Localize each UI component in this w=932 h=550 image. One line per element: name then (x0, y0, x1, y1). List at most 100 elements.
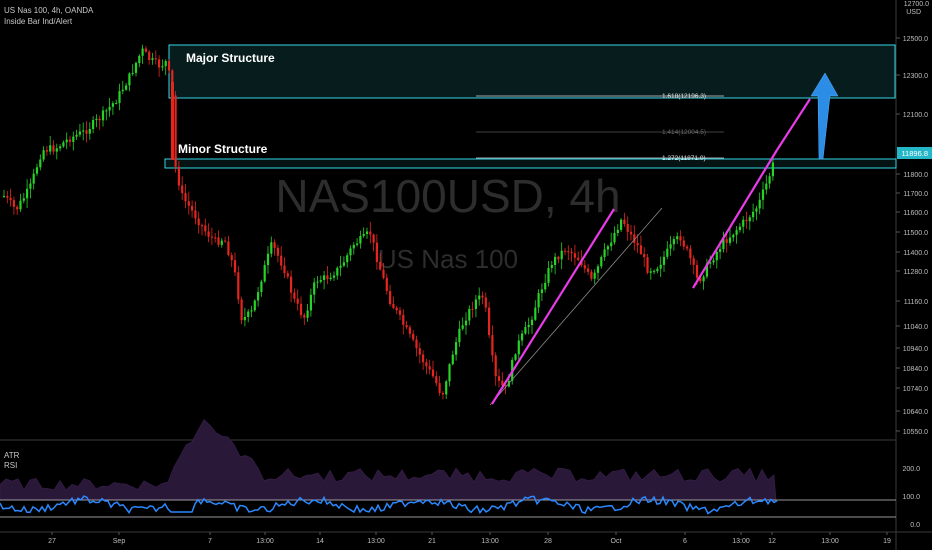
candle-body (758, 199, 761, 209)
candle-body (72, 136, 75, 142)
candle-body (408, 327, 411, 334)
price-tick-label: 10840.0 (903, 366, 928, 373)
candle-body (138, 55, 141, 63)
candle-body (375, 242, 378, 262)
candle-body (78, 131, 81, 135)
candle-body (441, 393, 444, 395)
candle-body (95, 118, 98, 121)
candle-body (461, 325, 464, 329)
candle-body (488, 307, 491, 336)
candle-body (286, 273, 289, 277)
candle-body (425, 362, 428, 367)
candle-body (313, 282, 316, 295)
rsi-tick-label: 0.0 (910, 522, 920, 529)
candle-body (29, 183, 32, 189)
candle-body (550, 265, 553, 268)
candle-body (32, 173, 35, 184)
candle-body (181, 185, 184, 194)
candle-body (92, 120, 95, 129)
candle-body (52, 145, 55, 152)
candle-body (131, 72, 134, 74)
candle-body (237, 272, 240, 300)
chart-symbol-title[interactable]: US Nas 100, 4h, OANDA (4, 6, 93, 15)
candle-body (395, 307, 398, 311)
candle-body (283, 265, 286, 274)
candle-body (448, 364, 451, 382)
candle-body (214, 237, 217, 239)
candle-body (101, 110, 105, 121)
candle-body (270, 242, 273, 254)
candle-body (481, 295, 484, 298)
candle-body (610, 242, 613, 247)
candle-body (689, 248, 692, 259)
candle-body (164, 61, 167, 67)
candle-body (603, 249, 606, 257)
candle-body (695, 264, 699, 278)
price-tick-label: 12100.0 (903, 112, 928, 119)
time-tick-label: 21 (428, 538, 436, 545)
candle-body (148, 51, 151, 60)
candle-body (184, 193, 187, 202)
candle-body (200, 225, 204, 227)
candle-body (537, 293, 540, 308)
candle-body (517, 340, 520, 355)
rsi-indicator-label[interactable]: RSI (4, 461, 17, 470)
candle-body (682, 240, 685, 247)
price-tick-label: 12500.0 (903, 36, 928, 43)
candle-body (676, 236, 679, 240)
price-tick-label: 10640.0 (903, 409, 928, 416)
atr-indicator-label[interactable]: ATR (4, 451, 19, 460)
major-structure-label: Major Structure (186, 51, 275, 65)
candle-body (247, 311, 250, 317)
candle-body (49, 145, 52, 152)
candle-body (428, 366, 431, 370)
candle-body (458, 328, 461, 343)
candle-body (75, 134, 78, 137)
price-tick-label: 11500.0 (903, 230, 928, 237)
time-tick-label: 6 (683, 538, 687, 545)
candle-body (431, 369, 435, 377)
candle-body (39, 159, 42, 168)
price-chart[interactable]: NAS100USD, 4h US Nas 100 Major Structure… (0, 0, 932, 550)
candle-body (323, 275, 326, 280)
candle-body (365, 231, 369, 234)
candle-body (712, 260, 715, 263)
time-tick-label: 27 (48, 538, 56, 545)
candle-body (299, 303, 303, 315)
candle-body (98, 118, 101, 121)
candle-body (349, 248, 352, 256)
candle-body (210, 236, 213, 238)
rsi-tick-label: 100.0 (902, 494, 920, 501)
fib-label-1272: 1.272(11871.0) (662, 155, 706, 162)
candle-body (402, 314, 405, 325)
indicator-title[interactable]: Inside Bar Ind/Alert (4, 17, 72, 26)
candle-body (593, 272, 596, 279)
candle-body (296, 298, 299, 304)
candle-body (121, 89, 124, 92)
candle-body (369, 231, 372, 235)
candle-body (273, 242, 276, 248)
candle-body (372, 234, 375, 243)
candle-body (134, 62, 138, 73)
time-tick-label: 14 (316, 538, 324, 545)
candle-body (484, 297, 487, 308)
candle-body (306, 310, 309, 318)
candle-body (316, 281, 319, 283)
candle-body (405, 325, 408, 328)
candle-body (514, 354, 517, 360)
candle-body (362, 234, 365, 236)
candle-body (257, 292, 260, 301)
candle-body (600, 257, 603, 267)
price-tick-label: 11040.0 (903, 324, 928, 331)
price-tick-label: 11280.0 (903, 269, 928, 276)
price-tick-label: 11600.0 (903, 210, 928, 217)
candle-body (629, 231, 633, 235)
candle-body (45, 150, 48, 152)
candle-body (494, 355, 497, 377)
candle-body (359, 236, 362, 244)
candle-body (567, 251, 570, 253)
watermark-symbol: NAS100USD, 4h (275, 170, 620, 222)
candle-body (177, 166, 180, 186)
price-axis-top: 12700.0 (904, 1, 929, 8)
candle-body (478, 295, 481, 300)
